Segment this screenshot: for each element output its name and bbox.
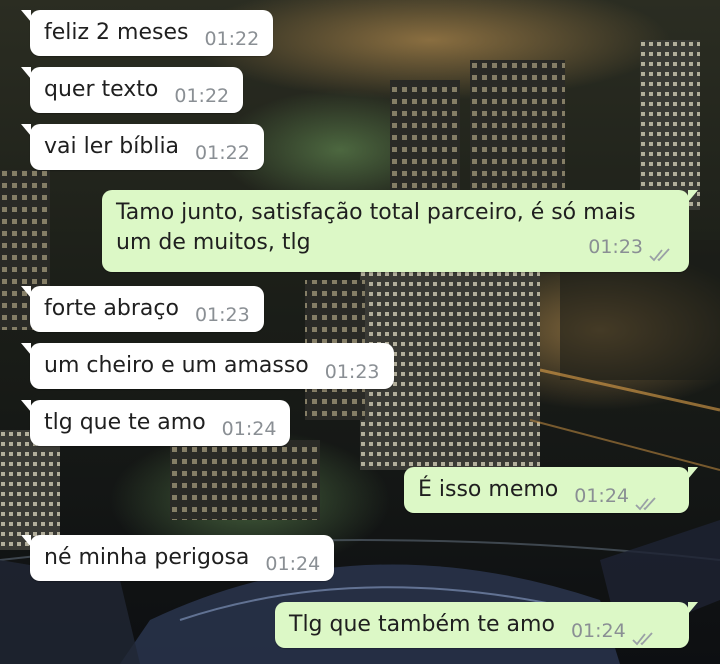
double-check-icon <box>635 497 656 511</box>
message-text: né minha perigosa <box>44 545 250 570</box>
incoming-message[interactable]: vai ler bíblia 01:22 <box>21 124 264 170</box>
message-text: quer texto <box>44 77 159 102</box>
message-text: vai ler bíblia <box>44 134 180 159</box>
outgoing-message[interactable]: Tlg que também te amo 01:24 <box>275 602 698 648</box>
message-time: 01:24 <box>221 418 277 440</box>
message-text: um cheiro e um amasso <box>44 353 309 378</box>
incoming-message[interactable]: né minha perigosa 01:24 <box>20 535 335 581</box>
message-time: 01:23 <box>588 236 643 258</box>
message-text: Tlg que também te amo <box>289 612 555 637</box>
message-time: 01:23 <box>194 304 250 326</box>
message-time: 01:23 <box>324 361 380 383</box>
message-text: feliz 2 meses <box>44 20 189 45</box>
message-time: 01:22 <box>174 85 230 107</box>
message-time: 01:24 <box>265 553 321 575</box>
message-time: 01:22 <box>195 142 250 164</box>
message-text: É isso memo <box>418 477 559 502</box>
message-text: um de muitos, tlg <box>116 230 311 255</box>
outgoing-message[interactable]: Tamo junto, satisfação total parceiro, é… <box>102 190 698 272</box>
message-time: 01:24 <box>574 485 630 507</box>
incoming-message[interactable]: forte abraço 01:23 <box>21 286 264 332</box>
double-check-icon <box>632 632 653 646</box>
message-text: tlg que te amo <box>44 410 206 435</box>
outgoing-message[interactable]: É isso memo 01:24 <box>404 467 698 513</box>
incoming-message[interactable]: um cheiro e um amasso 01:23 <box>21 343 394 389</box>
incoming-message[interactable]: quer texto 01:22 <box>20 67 244 113</box>
message-time: 01:22 <box>204 28 260 50</box>
double-check-icon <box>649 248 670 262</box>
message-text: Tamo junto, satisfação total parceiro, é… <box>116 200 636 225</box>
incoming-message[interactable]: tlg que te amo 01:24 <box>20 400 291 446</box>
message-text: forte abraço <box>44 296 179 321</box>
message-time: 01:24 <box>570 620 626 642</box>
incoming-message[interactable]: feliz 2 meses 01:22 <box>20 10 274 56</box>
